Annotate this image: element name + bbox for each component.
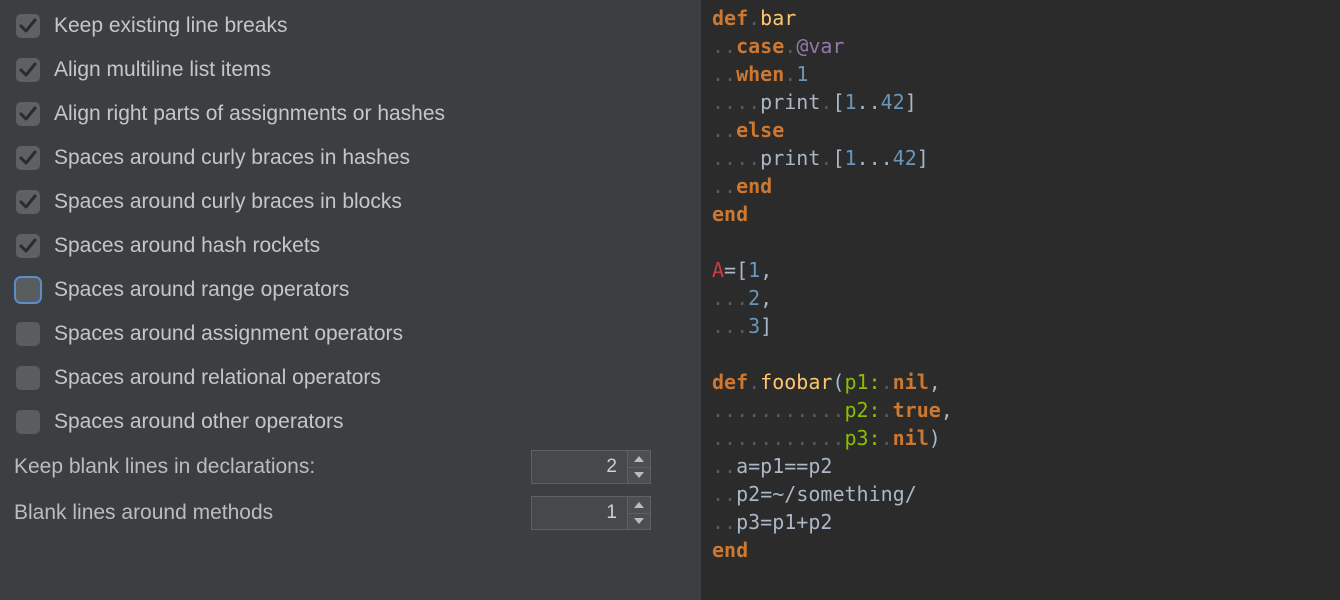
checkbox-label: Align multiline list items: [54, 58, 271, 82]
chevron-up-icon: [634, 502, 644, 508]
checkbox-row: Keep existing line breaks: [10, 4, 691, 48]
checkbox-label: Spaces around curly braces in blocks: [54, 190, 402, 214]
code-preview: def.bar ..case.@var ..when.1 ....print.[…: [702, 0, 1340, 600]
checkbox-row: Spaces around other operators: [10, 400, 691, 444]
checkmark-icon: [19, 17, 37, 35]
checkbox[interactable]: [16, 322, 40, 346]
spinner-down-button[interactable]: [628, 468, 650, 484]
checkbox[interactable]: [16, 58, 40, 82]
checkmark-icon: [19, 105, 37, 123]
checkbox-row: Spaces around range operators: [10, 268, 691, 312]
spinner-label: Blank lines around methods: [14, 501, 273, 525]
checkbox-row: Align multiline list items: [10, 48, 691, 92]
checkbox[interactable]: [16, 366, 40, 390]
chevron-down-icon: [634, 518, 644, 524]
number-spinner[interactable]: 2: [531, 450, 651, 484]
checkbox[interactable]: [16, 146, 40, 170]
spinner-row: Blank lines around methods 1: [10, 490, 691, 536]
checkmark-icon: [19, 61, 37, 79]
checkbox-row: Spaces around curly braces in blocks: [10, 180, 691, 224]
checkbox-label: Align right parts of assignments or hash…: [54, 102, 445, 126]
settings-panel: Keep existing line breaks Align multiline…: [0, 0, 702, 600]
spinner-down-button[interactable]: [628, 514, 650, 530]
spinner-up-button[interactable]: [628, 451, 650, 468]
checkbox[interactable]: [16, 234, 40, 258]
spinner-value[interactable]: 2: [532, 451, 628, 483]
checkbox-label: Spaces around curly braces in hashes: [54, 146, 410, 170]
checkbox-label: Spaces around assignment operators: [54, 322, 403, 346]
checkbox[interactable]: [16, 14, 40, 38]
checkbox[interactable]: [16, 102, 40, 126]
checkbox-row: Spaces around relational operators: [10, 356, 691, 400]
checkbox-label: Spaces around range operators: [54, 278, 349, 302]
chevron-down-icon: [634, 472, 644, 478]
spinner-buttons: [628, 451, 650, 483]
checkbox-label: Keep existing line breaks: [54, 14, 287, 38]
spinner-up-button[interactable]: [628, 497, 650, 514]
checkbox[interactable]: [16, 190, 40, 214]
checkbox-row: Spaces around assignment operators: [10, 312, 691, 356]
checkbox-label: Spaces around other operators: [54, 410, 344, 434]
chevron-up-icon: [634, 456, 644, 462]
spinner-label: Keep blank lines in declarations:: [14, 455, 315, 479]
number-spinner[interactable]: 1: [531, 496, 651, 530]
spinner-value[interactable]: 1: [532, 497, 628, 529]
spinner-buttons: [628, 497, 650, 529]
spinner-row: Keep blank lines in declarations: 2: [10, 444, 691, 490]
checkbox[interactable]: [16, 278, 40, 302]
checkmark-icon: [19, 193, 37, 211]
checkbox-label: Spaces around hash rockets: [54, 234, 320, 258]
checkmark-icon: [19, 237, 37, 255]
checkbox-row: Spaces around hash rockets: [10, 224, 691, 268]
checkbox-label: Spaces around relational operators: [54, 366, 381, 390]
checkmark-icon: [19, 149, 37, 167]
checkbox-row: Spaces around curly braces in hashes: [10, 136, 691, 180]
checkbox-row: Align right parts of assignments or hash…: [10, 92, 691, 136]
checkbox[interactable]: [16, 410, 40, 434]
